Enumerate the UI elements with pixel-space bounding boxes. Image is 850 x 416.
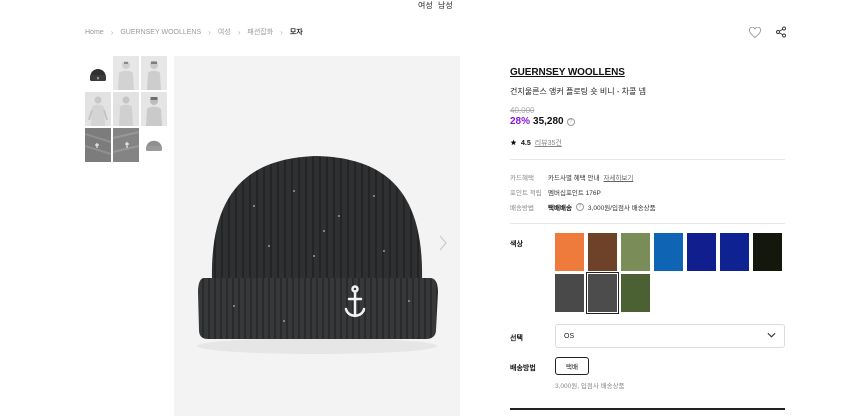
select-label: 선택 [510,335,523,342]
color-swatch[interactable] [586,272,619,314]
thumbnail-model-pose[interactable] [113,92,139,126]
benefit-points-label: 포인트 적립 [510,189,542,197]
breadcrumb-brand[interactable]: GUERNSEY WOOLLENS [120,29,201,36]
main-product-image [174,56,460,416]
color-swatch[interactable] [588,233,617,271]
color-swatch[interactable] [621,233,650,271]
shipping-option-button[interactable]: 택배 [555,357,589,375]
sale-price: 35,280 [533,116,564,127]
benefit-card-value: 카드사별 혜택 안내 [548,174,600,182]
color-swatch[interactable] [687,233,716,271]
divider [510,223,785,224]
divider [510,408,785,410]
thumbnail-detail-1[interactable] [85,128,111,162]
thumbnail-beanie-gray[interactable] [141,128,167,162]
benefit-points-row: 포인트 적립 멤버십포인트 176P [510,184,785,199]
shipping-note: 3,000원, 입점사 배송상품 [555,383,625,390]
chevron-right-icon: › [237,27,241,37]
color-swatch[interactable] [720,233,749,271]
shipping-method-label: 배송방법 [510,365,536,372]
option-select-value: OS [564,332,575,340]
thumbnail-beanie[interactable] [85,56,111,90]
chevron-right-icon: › [110,27,114,37]
benefit-card-label: 카드혜택 [510,174,534,182]
thumbnail-detail-2[interactable] [113,128,139,162]
nav-women[interactable]: 여성 [418,0,433,11]
benefit-shipping-row: 배송방법 택배배송 ? 3,000원/입점사 배송상품 [510,199,785,214]
color-swatch[interactable] [621,274,650,312]
color-label: 색상 [510,241,523,248]
color-swatch[interactable] [555,233,584,271]
rating-score: 4.5 [521,139,531,147]
card-details-link[interactable]: 자세히보기 [603,172,633,182]
nav-men[interactable]: 남성 [438,0,453,11]
option-select[interactable]: OS [555,324,785,348]
breadcrumb-women[interactable]: 여성 [218,27,231,37]
color-swatches [555,233,787,314]
breadcrumb-accessories[interactable]: 패션잡화 [247,27,273,37]
price-row: 28% 35,280 ? [510,116,785,127]
brand-name[interactable]: GUERNSEY WOOLLENS [510,67,625,78]
benefits: 카드혜택 카드사별 혜택 안내 자세히보기 포인트 적립 멤버십포인트 176P… [510,169,785,214]
chevron-right-icon: › [280,27,283,37]
share-icon[interactable] [774,25,788,39]
thumbnail-model-full[interactable] [85,92,111,126]
thumbnail-gallery [85,56,167,162]
chevron-right-icon[interactable] [438,234,448,252]
color-swatch[interactable] [555,274,584,312]
rating-row: 4.5 리뷰35건 [510,138,785,148]
benefit-shipping-value: 3,000원/입점사 배송상품 [587,204,656,212]
thumbnail-model-front[interactable] [113,56,139,90]
original-price: 40,000 [510,106,535,115]
price-info-icon[interactable]: ? [566,117,575,126]
benefit-card-row: 카드혜택 카드사별 혜택 안내 자세히보기 [510,169,785,184]
top-nav: 여성 남성 [0,0,850,12]
chevron-down-icon [767,332,776,340]
star-icon [510,139,517,148]
benefit-shipping-label: 배송방법 [510,204,534,212]
breadcrumb-hats[interactable]: 모자 [290,27,303,37]
color-swatch[interactable] [654,233,683,271]
options-section: 색상 선택 OS 배송방법 택배 3,000원, 입점사 배송상품 [510,233,785,416]
review-count-link[interactable]: 리뷰35건 [535,138,562,148]
breadcrumb: Home › GUERNSEY WOOLLENS › 여성 › 패션잡화 › 모… [85,27,303,37]
divider [510,159,785,160]
shipping-info-icon[interactable]: ? [575,202,584,211]
benefit-points-value: 멤버십포인트 176P [548,189,601,197]
color-swatch[interactable] [753,233,782,271]
heart-icon[interactable] [748,25,762,39]
chevron-right-icon: › [208,27,211,37]
shipping-type-tag: 택배배송 [548,204,572,212]
thumbnail-model-side[interactable] [141,56,167,90]
discount-rate: 28% [510,116,531,127]
thumbnail-model-back[interactable] [141,92,167,126]
product-name: 건지울른스 앵커 플로팅 숏 비니 - 차콜 넵 [510,87,646,96]
breadcrumb-home[interactable]: Home [85,29,104,36]
top-actions [748,25,788,39]
product-info: GUERNSEY WOOLLENS 건지울른스 앵커 플로팅 숏 비니 - 차콜… [510,62,785,416]
